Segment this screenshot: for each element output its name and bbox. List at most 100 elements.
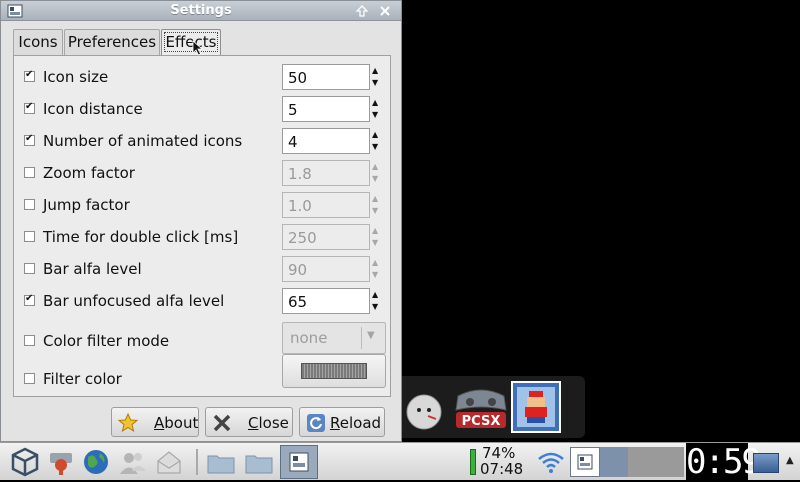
zoom-factor-stepper: ▲ ▼ — [372, 161, 382, 187]
about-button[interactable]: About — [111, 407, 199, 437]
close-window-button[interactable] — [376, 3, 394, 19]
spin-down-icon: ▼ — [372, 174, 379, 183]
filter-color-checkbox[interactable] — [24, 373, 35, 384]
close-label: Close — [248, 414, 289, 432]
titlebar[interactable]: Settings — [1, 1, 401, 21]
icon-distance-value: 5 — [288, 101, 298, 119]
close-label-rest: lose — [258, 414, 289, 432]
taskbar-separator — [196, 449, 198, 475]
maximize-button[interactable] — [353, 3, 371, 19]
close-x-icon — [213, 414, 231, 432]
globe-icon[interactable] — [82, 447, 112, 477]
spin-up-icon: ▲ — [372, 162, 379, 171]
pager-desktop-3[interactable] — [628, 447, 684, 477]
combo-separator — [361, 327, 362, 349]
dock-ball-icon[interactable] — [402, 382, 450, 430]
setting-row-double-click: Time for double click [ms] 250 ▲ ▼ — [24, 224, 386, 252]
pager-desktop-1[interactable] — [570, 447, 600, 477]
color-filter-checkbox[interactable] — [24, 335, 35, 346]
battery-time: 07:48 — [480, 460, 524, 478]
icon-size-input[interactable]: 50 — [282, 64, 370, 90]
filter-color-label: Filter color — [43, 370, 122, 388]
clock[interactable]: 0:59 — [686, 443, 762, 481]
animated-icons-input[interactable]: 4 — [282, 128, 370, 154]
folder-icon[interactable] — [244, 447, 274, 477]
setting-row-zoom-factor: Zoom factor 1.8 ▲ ▼ — [24, 160, 386, 188]
spin-up-icon[interactable]: ▲ — [372, 67, 378, 75]
bar-unfocused-alfa-stepper[interactable]: ▲ ▼ — [372, 289, 382, 315]
wifi-icon[interactable] — [536, 449, 566, 475]
close-button[interactable]: Close — [205, 407, 293, 437]
zoom-factor-checkbox[interactable] — [24, 167, 35, 178]
bar-alfa-checkbox[interactable] — [24, 263, 35, 274]
bar-unfocused-alfa-label: Bar unfocused alfa level — [43, 292, 225, 310]
mouse-pointer-icon — [192, 40, 204, 56]
battery-icon — [470, 449, 476, 475]
icon-distance-label: Icon distance — [43, 100, 143, 118]
setting-row-jump-factor: Jump factor 1.0 ▲ ▼ — [24, 192, 386, 220]
double-click-value: 250 — [288, 229, 317, 247]
spin-down-icon[interactable]: ▼ — [372, 143, 378, 151]
setting-row-icon-distance: Icon distance 5 ▲▼ — [24, 96, 386, 124]
dock-bar: PCSX — [402, 376, 585, 438]
dock-mario-icon[interactable] — [511, 381, 561, 433]
double-click-checkbox[interactable] — [24, 231, 35, 242]
jump-factor-label: Jump factor — [43, 196, 130, 214]
spin-up-icon[interactable]: ▲ — [372, 291, 378, 299]
cube-icon[interactable] — [10, 447, 40, 477]
bar-unfocused-alfa-input[interactable]: 65 — [282, 288, 370, 314]
close-mnemonic: C — [248, 414, 259, 432]
spin-down-icon[interactable]: ▼ — [372, 111, 378, 119]
bar-unfocused-alfa-checkbox[interactable] — [24, 293, 35, 306]
filter-color-button[interactable] — [282, 354, 386, 388]
desktop: Settings Icons Preferences Effects Icon … — [0, 0, 800, 481]
app-icon — [289, 452, 309, 472]
about-mnemonic: A — [154, 414, 165, 432]
icon-size-label: Icon size — [43, 68, 109, 86]
spin-up-icon[interactable]: ▲ — [372, 131, 378, 139]
animated-icons-label: Number of animated icons — [43, 132, 243, 150]
icon-size-checkbox[interactable] — [24, 69, 35, 82]
bar-alfa-value: 90 — [288, 261, 308, 279]
setting-row-bar-unfocused-alfa: Bar unfocused alfa level 65 ▲▼ — [24, 288, 386, 316]
setting-row-icon-size: Icon size 50 ▲▼ — [24, 64, 386, 92]
chevron-up-icon[interactable]: ▲ — [786, 455, 794, 466]
animated-icons-stepper[interactable]: ▲ ▼ — [372, 129, 382, 155]
spin-down-icon[interactable]: ▼ — [372, 79, 378, 87]
dock-pcsx-label: PCSX — [462, 414, 501, 429]
spin-up-icon: ▲ — [372, 258, 379, 267]
dock-pcsx-icon[interactable]: PCSX — [452, 382, 510, 430]
chevron-down-icon: ▼ — [367, 330, 375, 341]
animated-icons-value: 4 — [288, 133, 298, 151]
icon-distance-checkbox[interactable] — [24, 101, 35, 114]
gears-icon[interactable] — [46, 447, 76, 477]
jump-factor-checkbox[interactable] — [24, 199, 35, 210]
icon-size-stepper[interactable]: ▲ ▼ — [372, 65, 382, 91]
app-icon — [577, 454, 593, 470]
icon-distance-input[interactable]: 5 — [282, 96, 370, 122]
reload-button[interactable]: Reload — [299, 407, 385, 437]
taskbar-task-settings[interactable] — [280, 445, 318, 479]
setting-row-bar-alfa: Bar alfa level 90 ▲ ▼ — [24, 256, 386, 284]
setting-row-animated-icons: Number of animated icons 4 ▲▼ — [24, 128, 386, 156]
tab-effects-label: Effects — [163, 32, 219, 52]
pager-desktop-2[interactable] — [600, 447, 628, 477]
reload-label-rest: eload — [339, 414, 382, 432]
spin-up-icon: ▲ — [372, 194, 379, 203]
tab-effects[interactable]: Effects — [161, 29, 221, 56]
animated-icons-checkbox[interactable] — [24, 133, 35, 146]
users-icon[interactable] — [118, 447, 148, 477]
bar-alfa-label: Bar alfa level — [43, 260, 142, 278]
spin-down-icon[interactable]: ▼ — [372, 303, 378, 311]
folder-icon[interactable] — [206, 447, 236, 477]
tab-icons[interactable]: Icons — [13, 29, 63, 55]
icon-distance-stepper[interactable]: ▲ ▼ — [372, 97, 382, 123]
mail-icon[interactable] — [154, 447, 184, 477]
icon-size-value: 50 — [288, 69, 308, 87]
tab-preferences[interactable]: Preferences — [64, 29, 160, 55]
spin-down-icon: ▼ — [372, 238, 379, 247]
zoom-factor-input: 1.8 — [282, 160, 370, 186]
show-desktop-icon[interactable] — [753, 453, 779, 473]
setting-row-color-filter: Color filter mode none ▼ — [24, 322, 386, 356]
spin-up-icon[interactable]: ▲ — [372, 99, 378, 107]
